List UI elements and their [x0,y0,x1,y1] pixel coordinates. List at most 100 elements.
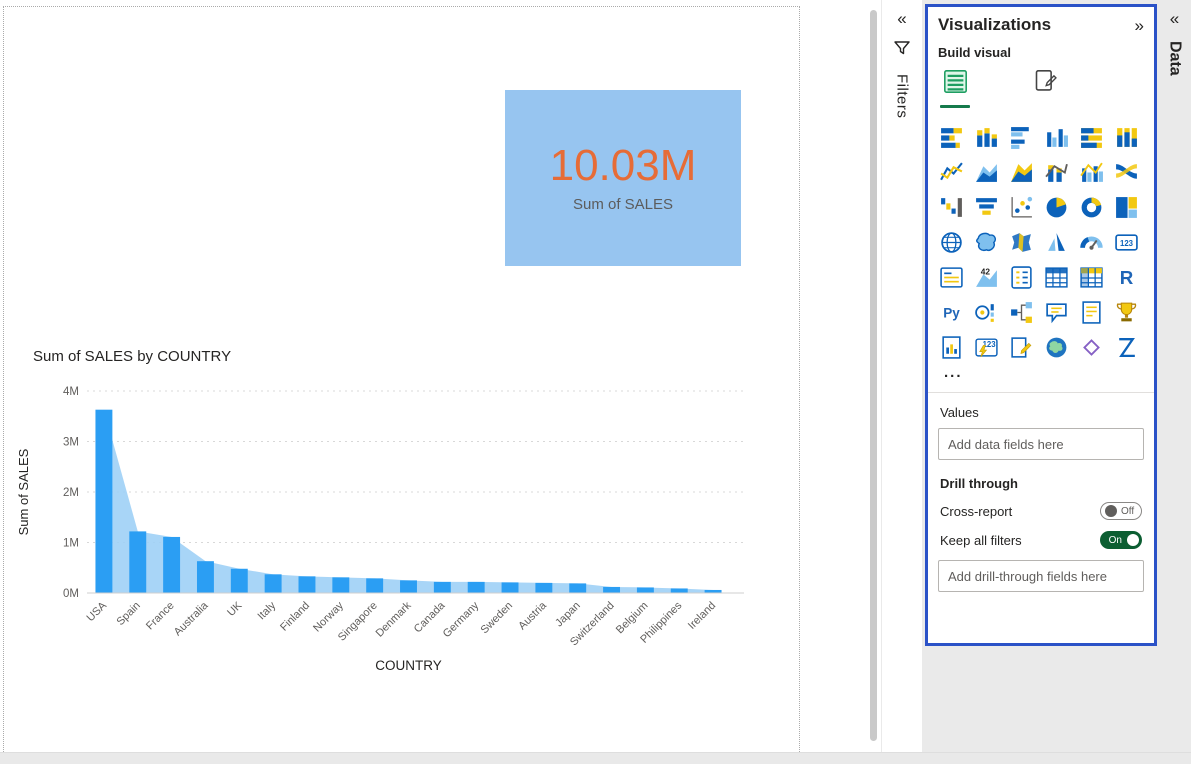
selected-tab-indicator [940,105,970,108]
toggle-state-label: On [1108,534,1122,546]
tab-format-visual[interactable] [1030,68,1060,108]
viz-icon-custom-visual[interactable] [1109,330,1144,365]
visualizations-tabs [928,68,1154,108]
viz-icon-stacked-area-chart[interactable] [1004,155,1039,190]
viz-icon-kpi[interactable]: 42 [969,260,1004,295]
card-visual[interactable]: 10.03M Sum of SALES [505,90,741,266]
viz-icon-decomposition-tree[interactable] [1004,295,1039,330]
viz-icon-key-influencers[interactable] [969,295,1004,330]
filters-pane-collapsed[interactable]: « Filters [882,0,922,752]
svg-text:1M: 1M [63,538,79,550]
svg-text:UK: UK [225,599,245,619]
expand-data-icon[interactable]: « [1170,10,1179,27]
status-bar [0,752,1191,764]
viz-icon-shape-map[interactable] [1004,225,1039,260]
svg-text:Germany: Germany [441,599,482,640]
viz-icon-multi-row-card[interactable] [934,260,969,295]
viz-icon-clustered-bar-chart[interactable] [1004,120,1039,155]
chart-title: Sum of SALES by COUNTRY [33,348,232,365]
tab-build-visual[interactable] [940,68,970,108]
build-visual-icon [942,68,969,100]
viz-icon-waterfall-chart[interactable] [934,190,969,225]
viz-icon-card[interactable]: 123 [1109,225,1144,260]
svg-text:Italy: Italy [255,599,278,622]
svg-text:USA: USA [85,599,110,624]
viz-icon-q-and-a[interactable] [1039,295,1074,330]
toggle-knob [1105,505,1117,517]
viz-icon-python-visual[interactable]: Py [934,295,969,330]
build-visual-label: Build visual [938,45,1011,60]
viz-icon-treemap[interactable] [1109,190,1144,225]
data-pane-collapsed[interactable]: « Data [1158,0,1191,752]
viz-icon-map[interactable] [934,225,969,260]
viz-icon-azure-map[interactable] [1039,225,1074,260]
viz-icon-r-script-visual[interactable]: R [1109,260,1144,295]
cross-report-label: Cross-report [940,503,1013,519]
viz-icon-scorecard[interactable] [1004,330,1039,365]
area-chart-visual[interactable]: Sum of SALES by COUNTRY 0M 1M 2M 3M 4M USA Spa… [14,344,784,690]
drill-through-label: Drill through [940,476,1018,491]
svg-text:3M: 3M [63,437,79,449]
keep-all-filters-label: Keep all filters [940,532,1022,548]
svg-text:4M: 4M [63,386,79,398]
viz-icon-donut-chart[interactable] [1074,190,1109,225]
viz-icon-metrics-trophy[interactable] [1109,295,1144,330]
values-field-well[interactable]: Add data fields here [938,428,1144,460]
svg-text:Sum of SALES: Sum of SALES [16,448,31,535]
viz-icon-pie-chart[interactable] [1039,190,1074,225]
filter-funnel-icon [893,40,911,61]
svg-text:COUNTRY: COUNTRY [375,658,442,673]
data-pane-title: Data [1166,41,1184,76]
visualizations-pane: Visualizations » Build visual 123 42 R Py 1 [925,4,1157,646]
viz-icon-100-stacked-bar-chart[interactable] [1074,120,1109,155]
expand-filters-icon[interactable]: « [897,10,906,27]
svg-text:Japan: Japan [553,600,583,630]
canvas-scrollbar[interactable] [870,10,877,741]
svg-text:0M: 0M [63,588,79,600]
viz-icon-gauge[interactable] [1074,225,1109,260]
visualizations-pane-title: Visualizations [938,15,1052,34]
viz-icon-ribbon-chart[interactable] [1109,155,1144,190]
viz-icon-scatter-chart[interactable] [1004,190,1039,225]
viz-icon-arcgis-map[interactable] [1039,330,1074,365]
viz-icon-smart-narrative[interactable] [1074,295,1109,330]
svg-text:Finland: Finland [278,600,312,634]
filters-pane-title: Filters [893,74,911,119]
svg-text:R: R [1120,267,1134,288]
drill-through-field-well[interactable]: Add drill-through fields here [938,560,1144,592]
svg-text:Denmark: Denmark [374,599,414,639]
cross-report-toggle[interactable]: Off [1100,502,1142,520]
chart-plot: 0M 1M 2M 3M 4M USA Spain FranceAustralia UK Italy… [16,386,744,673]
viz-icon-line-and-stacked-column-chart[interactable] [1039,155,1074,190]
viz-icon-funnel-chart[interactable] [969,190,1004,225]
card-label: Sum of SALES [572,196,674,214]
svg-text:2M: 2M [63,487,79,499]
svg-text:France: France [144,600,177,633]
viz-icon-power-automate[interactable]: 123 [969,330,1004,365]
viz-icon-area-chart[interactable] [969,155,1004,190]
viz-icon-stacked-bar-chart[interactable] [934,120,969,155]
viz-icon-stacked-column-chart[interactable] [969,120,1004,155]
format-visual-icon [1032,68,1059,100]
keep-all-filters-toggle[interactable]: On [1100,531,1142,549]
svg-text:Sweden: Sweden [479,600,516,637]
viz-icon-line-and-clustered-column-chart[interactable] [1074,155,1109,190]
viz-icon-100-stacked-column-chart[interactable] [1109,120,1144,155]
viz-icon-power-apps[interactable] [1074,330,1109,365]
svg-text:Spain: Spain [115,600,143,628]
viz-icon-slicer[interactable] [1004,260,1039,295]
svg-text:Austria: Austria [516,599,549,632]
viz-icon-clustered-column-chart[interactable] [1039,120,1074,155]
viz-icon-filled-map[interactable] [969,225,1004,260]
collapse-visualizations-icon[interactable]: » [1135,17,1144,34]
viz-icon-table[interactable] [1039,260,1074,295]
toggle-state-label: Off [1121,505,1135,517]
get-more-visuals-button[interactable]: ... [944,365,1154,380]
svg-text:Py: Py [943,306,960,321]
svg-text:Ireland: Ireland [686,600,718,632]
values-section-label: Values [940,405,979,420]
pane-divider [928,392,1154,393]
viz-icon-line-chart[interactable] [934,155,969,190]
viz-icon-matrix[interactable] [1074,260,1109,295]
viz-icon-paginated-report[interactable] [934,330,969,365]
